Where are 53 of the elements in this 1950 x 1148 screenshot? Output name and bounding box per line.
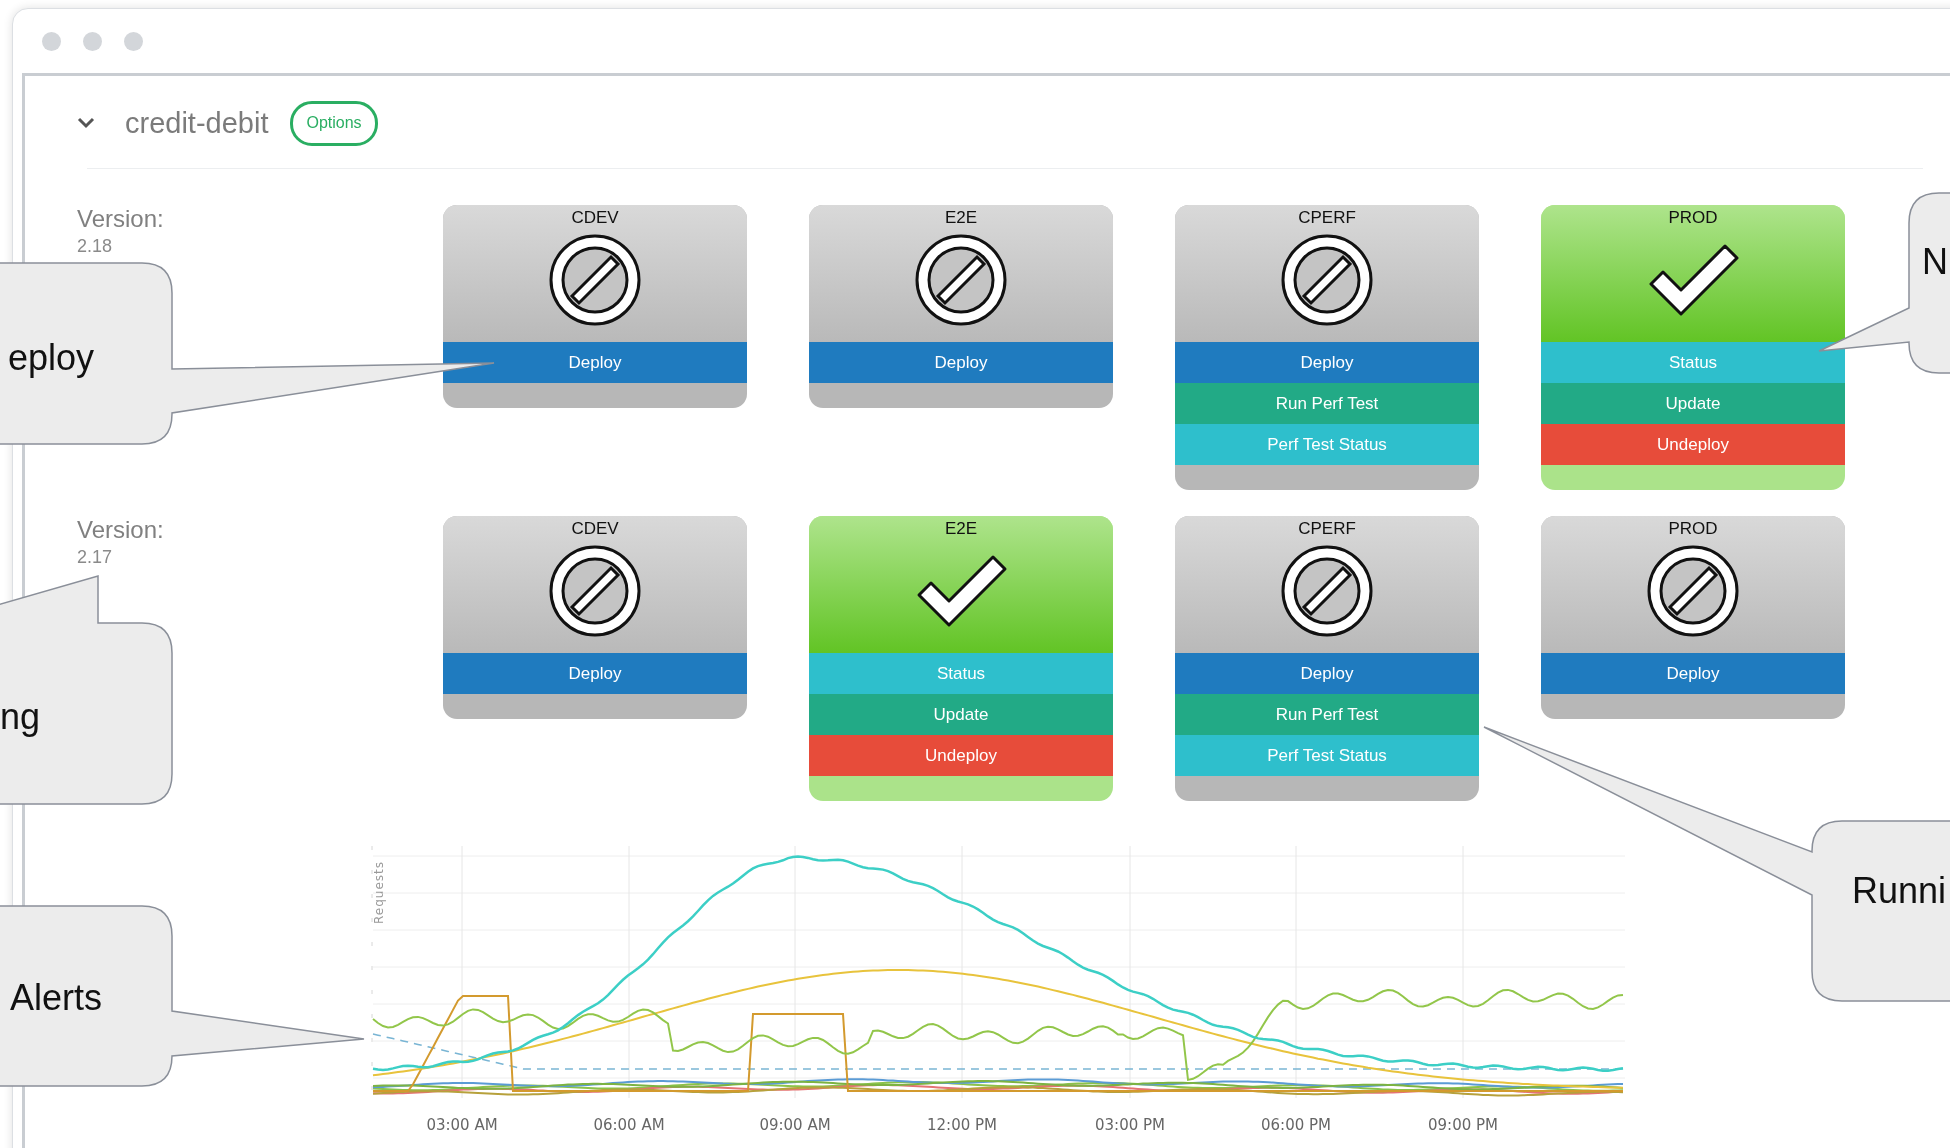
options-button[interactable]: Options: [290, 100, 378, 146]
prohibited-icon: [1279, 232, 1375, 328]
prohibited-icon: [547, 543, 643, 639]
action-button[interactable]: Perf Test Status: [1175, 735, 1479, 776]
action-button[interactable]: Deploy: [443, 342, 747, 383]
version-number: 2.17: [77, 547, 113, 568]
prohibited-icon: [913, 232, 1009, 328]
axis-tick-label: 09:00 PM: [1428, 1116, 1498, 1134]
callout-text: ng: [0, 699, 41, 735]
action-button[interactable]: Status: [1541, 342, 1845, 383]
axis-tick-label: 03:00 AM: [426, 1116, 498, 1134]
prohibited-icon: [1279, 543, 1375, 639]
window-zoom-dot[interactable]: [124, 31, 143, 51]
prohibited-icon: [1645, 543, 1741, 639]
environment-name: E2E: [944, 208, 978, 228]
action-button[interactable]: Deploy: [1175, 653, 1479, 694]
version-label: Version:: [77, 205, 164, 233]
action-button[interactable]: Run Perf Test: [1175, 383, 1479, 424]
environment-name: E2E: [944, 519, 978, 539]
environment-name: CDEV: [571, 519, 619, 539]
callout-text: Runni: [1852, 873, 1947, 909]
axis-tick-label: 12:00 PM: [927, 1116, 997, 1134]
environment-name: CPERF: [1298, 519, 1356, 539]
action-button[interactable]: Run Perf Test: [1175, 694, 1479, 735]
chevron-down-icon[interactable]: [77, 117, 95, 129]
environment-name: CPERF: [1298, 208, 1356, 228]
axis-tick-label: 06:00 AM: [593, 1116, 665, 1134]
axis-tick-label: 03:00 PM: [1095, 1116, 1165, 1134]
axis-tick-label: 06:00 PM: [1261, 1116, 1331, 1134]
action-button[interactable]: Deploy: [1541, 653, 1845, 694]
environment-name: CDEV: [571, 208, 619, 228]
callout-text: Alerts: [10, 980, 103, 1016]
environment-name: PROD: [1668, 208, 1718, 228]
action-button[interactable]: Perf Test Status: [1175, 424, 1479, 465]
action-button[interactable]: Deploy: [809, 342, 1113, 383]
prohibited-icon: [547, 232, 643, 328]
environment-name: PROD: [1668, 519, 1718, 539]
callout-text: N: [1922, 244, 1948, 280]
axis-title: Requests: [372, 861, 386, 924]
action-button[interactable]: Update: [809, 694, 1113, 735]
action-button[interactable]: Status: [809, 653, 1113, 694]
axis-tick-label: 09:00 AM: [759, 1116, 831, 1134]
version-label: Version:: [77, 516, 164, 544]
version-number: 2.18: [77, 236, 113, 257]
action-button[interactable]: Deploy: [443, 653, 747, 694]
action-button[interactable]: Update: [1541, 383, 1845, 424]
window-close-dot[interactable]: [42, 31, 61, 51]
action-button[interactable]: Undeploy: [1541, 424, 1845, 465]
window-minimize-dot[interactable]: [83, 31, 102, 51]
app-title: credit-debit: [125, 106, 269, 140]
callout-text: eploy: [8, 340, 95, 376]
action-button[interactable]: Deploy: [1175, 342, 1479, 383]
action-button[interactable]: Undeploy: [809, 735, 1113, 776]
